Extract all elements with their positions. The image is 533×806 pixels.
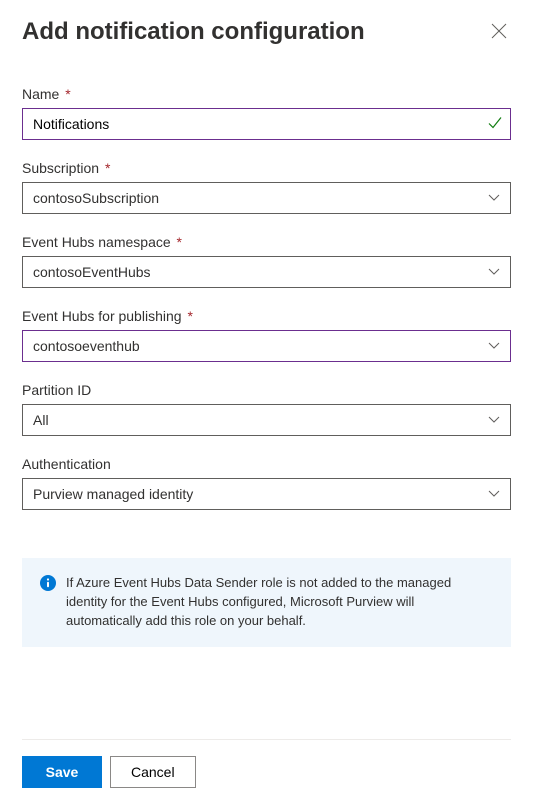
required-mark: * bbox=[105, 160, 110, 176]
chevron-down-icon bbox=[488, 414, 500, 426]
event-hubs-publishing-select[interactable]: contosoeventhub bbox=[22, 330, 511, 362]
name-input[interactable] bbox=[22, 108, 511, 140]
name-label: Name * bbox=[22, 86, 511, 102]
chevron-down-icon bbox=[488, 266, 500, 278]
name-field: Name * bbox=[22, 86, 511, 140]
partition-id-label: Partition ID bbox=[22, 382, 511, 398]
cancel-button[interactable]: Cancel bbox=[110, 756, 196, 788]
chevron-down-icon bbox=[488, 340, 500, 352]
event-hubs-namespace-field: Event Hubs namespace * contosoEventHubs bbox=[22, 234, 511, 288]
chevron-down-icon bbox=[488, 488, 500, 500]
event-hubs-publishing-label: Event Hubs for publishing * bbox=[22, 308, 511, 324]
info-message: If Azure Event Hubs Data Sender role is … bbox=[22, 558, 511, 647]
subscription-field: Subscription * contosoSubscription bbox=[22, 160, 511, 214]
panel-title: Add notification configuration bbox=[22, 18, 365, 46]
authentication-select[interactable]: Purview managed identity bbox=[22, 478, 511, 510]
required-mark: * bbox=[65, 86, 70, 102]
panel-header: Add notification configuration bbox=[22, 18, 511, 46]
partition-id-field: Partition ID All bbox=[22, 382, 511, 436]
save-button[interactable]: Save bbox=[22, 756, 102, 788]
close-icon bbox=[491, 23, 507, 42]
partition-id-select[interactable]: All bbox=[22, 404, 511, 436]
chevron-down-icon bbox=[488, 192, 500, 204]
required-mark: * bbox=[187, 308, 192, 324]
panel-footer: Save Cancel bbox=[22, 739, 511, 788]
event-hubs-namespace-select[interactable]: contosoEventHubs bbox=[22, 256, 511, 288]
event-hubs-namespace-label: Event Hubs namespace * bbox=[22, 234, 511, 250]
info-text: If Azure Event Hubs Data Sender role is … bbox=[66, 574, 493, 631]
close-button[interactable] bbox=[487, 19, 511, 46]
authentication-field: Authentication Purview managed identity bbox=[22, 456, 511, 510]
subscription-select[interactable]: contosoSubscription bbox=[22, 182, 511, 214]
event-hubs-publishing-field: Event Hubs for publishing * contosoevent… bbox=[22, 308, 511, 362]
authentication-label: Authentication bbox=[22, 456, 511, 472]
info-icon bbox=[40, 575, 56, 594]
subscription-label: Subscription * bbox=[22, 160, 511, 176]
required-mark: * bbox=[177, 234, 182, 250]
add-notification-panel: Add notification configuration Name * bbox=[0, 0, 533, 806]
